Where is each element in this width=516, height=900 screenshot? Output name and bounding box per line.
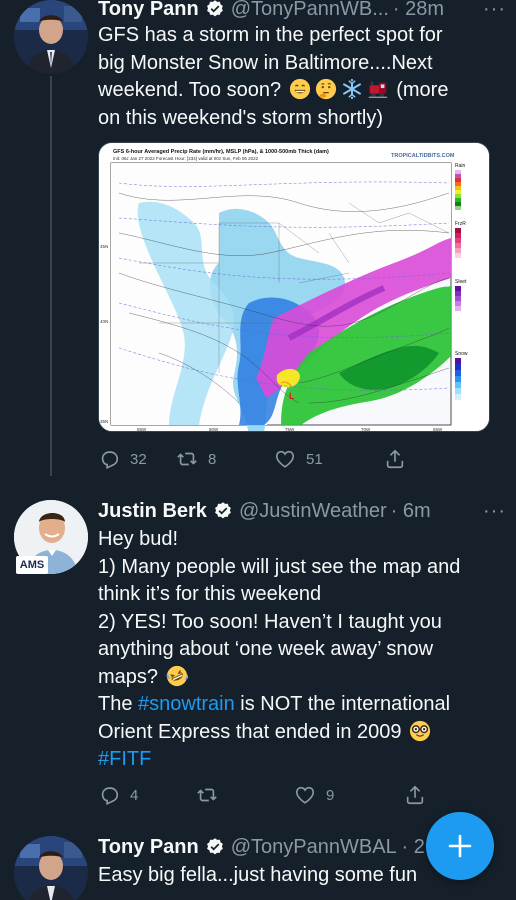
thinking-emoji-icon bbox=[315, 78, 336, 100]
hashtag-link[interactable]: #snowtrain bbox=[138, 693, 235, 715]
tweet-text-line: weekend. Too soon? (more bbox=[98, 78, 449, 101]
tweet-time[interactable]: · 6m bbox=[391, 500, 431, 523]
author-name[interactable]: Justin Berk bbox=[98, 500, 207, 523]
tweet-actions: 4 9 bbox=[98, 783, 428, 807]
reply-count: 32 bbox=[130, 450, 147, 468]
tweet-header: Tony Pann @TonyPannWB... · 28m ··· bbox=[98, 0, 506, 24]
compose-plus-icon bbox=[448, 834, 472, 858]
tweet-text: GFS has a storm in the perfect spot for … bbox=[98, 22, 506, 132]
tweet-body: Tony Pann @TonyPannWB... · 28m ··· GFS h… bbox=[98, 0, 506, 432]
tweet-text-line: Hey bud! bbox=[98, 528, 179, 550]
map-subtitle: Init: 06z Jan 27 2022 Forecast Hour: [23… bbox=[113, 156, 259, 161]
tweet-time[interactable]: · 28m bbox=[393, 0, 444, 21]
retweet-icon bbox=[196, 784, 218, 806]
svg-text:L: L bbox=[289, 391, 295, 401]
tweet-2[interactable]: AMS Justin Berk @JustinWeather · 6m ··· … bbox=[0, 496, 516, 816]
tweet-text-line: GFS has a storm in the perfect spot for bbox=[98, 24, 443, 46]
svg-text:Snow: Snow bbox=[455, 351, 468, 357]
svg-text:Rain: Rain bbox=[455, 163, 466, 169]
more-options-button[interactable]: ··· bbox=[475, 0, 506, 21]
svg-text:40N: 40N bbox=[100, 319, 108, 324]
tweet-header: Justin Berk @JustinWeather · 6m ··· bbox=[98, 496, 506, 526]
author-name[interactable]: Tony Pann bbox=[98, 0, 199, 21]
svg-text:85W: 85W bbox=[137, 427, 147, 432]
svg-text:45N: 45N bbox=[100, 244, 108, 249]
author-handle[interactable]: @TonyPannWB... bbox=[231, 0, 389, 21]
tweet-media-weather-map[interactable]: GFS 6-hour Averaged Precip Rate (mm/hr),… bbox=[98, 142, 490, 432]
reply-count: 4 bbox=[130, 786, 139, 804]
verified-icon bbox=[205, 0, 225, 19]
svg-text:Sleet: Sleet bbox=[455, 279, 467, 285]
more-options-button[interactable]: ··· bbox=[475, 500, 506, 523]
compose-tweet-button[interactable] bbox=[426, 812, 494, 880]
svg-text:80W: 80W bbox=[209, 427, 219, 432]
author-name[interactable]: Tony Pann bbox=[98, 836, 199, 859]
tweet-text-line: big Monster Snow in Baltimore....Next bbox=[98, 51, 433, 74]
svg-text:35N: 35N bbox=[100, 419, 108, 424]
author-handle[interactable]: @JustinWeather bbox=[239, 500, 387, 523]
share-icon bbox=[384, 448, 406, 470]
share-button[interactable] bbox=[404, 784, 426, 806]
tweet-text-line: Orient Express that ended in 2009 bbox=[98, 719, 506, 747]
like-icon bbox=[274, 448, 296, 470]
retweet-button[interactable]: 8 bbox=[176, 448, 274, 470]
reply-icon bbox=[98, 784, 120, 806]
like-count: 51 bbox=[306, 450, 323, 468]
like-button[interactable]: 9 bbox=[294, 784, 404, 806]
svg-text:65W: 65W bbox=[433, 427, 443, 432]
tweet-text: Hey bud! 1) Many people will just see th… bbox=[98, 526, 506, 774]
tweet-text-line: think it’s for this weekend bbox=[98, 583, 322, 605]
like-button[interactable]: 51 bbox=[274, 448, 384, 470]
retweet-button[interactable] bbox=[196, 784, 294, 806]
verified-icon bbox=[205, 837, 225, 857]
verified-icon bbox=[213, 501, 233, 521]
tweet-actions: 32 8 51 bbox=[98, 447, 428, 471]
grinning-emoji-icon bbox=[289, 78, 310, 100]
tweet-body: Justin Berk @JustinWeather · 6m ··· Hey … bbox=[98, 496, 506, 774]
share-icon bbox=[404, 784, 426, 806]
locomotive-emoji-icon bbox=[368, 81, 387, 98]
retweet-count: 8 bbox=[208, 450, 217, 468]
nerd-emoji-icon bbox=[410, 720, 431, 741]
reply-button[interactable]: 4 bbox=[98, 784, 196, 806]
tweet-text-line: #FITF bbox=[98, 746, 506, 774]
hashtag-link[interactable]: #FITF bbox=[98, 748, 151, 770]
like-icon bbox=[294, 784, 316, 806]
tweet-text-line: anything about ‘one week away’ snow bbox=[98, 638, 434, 660]
tweet-text-line: 2) YES! Too soon! Haven’t I taught you bbox=[98, 610, 442, 633]
tweet-text-line: The #snowtrain is NOT the international bbox=[98, 693, 451, 715]
ams-badge: AMS bbox=[16, 556, 48, 574]
svg-text:70W: 70W bbox=[361, 427, 371, 432]
avatar[interactable] bbox=[14, 0, 88, 74]
author-handle[interactable]: @TonyPannWBAL · 2 bbox=[231, 836, 425, 859]
share-button[interactable] bbox=[384, 448, 406, 470]
snowflake-emoji-icon bbox=[342, 78, 361, 100]
svg-text:75W: 75W bbox=[285, 427, 295, 432]
like-count: 9 bbox=[326, 786, 335, 804]
tweet-text-line: on this weekend's storm shortly) bbox=[98, 106, 384, 129]
avatar[interactable] bbox=[14, 836, 88, 900]
svg-text:FrzR: FrzR bbox=[455, 221, 466, 227]
rofl-emoji-icon bbox=[166, 665, 188, 686]
tweet-text-line: 1) Many people will just see the map and bbox=[98, 555, 461, 578]
tweet-1[interactable]: Tony Pann @TonyPannWB... · 28m ··· GFS h… bbox=[0, 0, 516, 490]
reply-icon bbox=[98, 448, 120, 470]
map-title: GFS 6-hour Averaged Precip Rate (mm/hr),… bbox=[113, 149, 329, 155]
reply-button[interactable]: 32 bbox=[98, 448, 176, 470]
retweet-icon bbox=[176, 448, 198, 470]
map-watermark: TROPICALTIDBITS.COM bbox=[391, 153, 455, 159]
tweet-text-line: maps? bbox=[98, 664, 506, 692]
